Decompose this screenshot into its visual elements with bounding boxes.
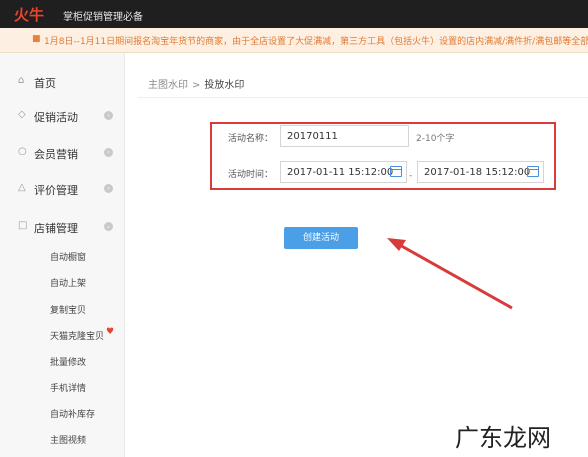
watermark: 广东龙网: [455, 424, 551, 452]
arrow-shaft: [397, 242, 513, 310]
annotation-arrow: [387, 238, 513, 310]
arrow-head: [387, 238, 406, 251]
